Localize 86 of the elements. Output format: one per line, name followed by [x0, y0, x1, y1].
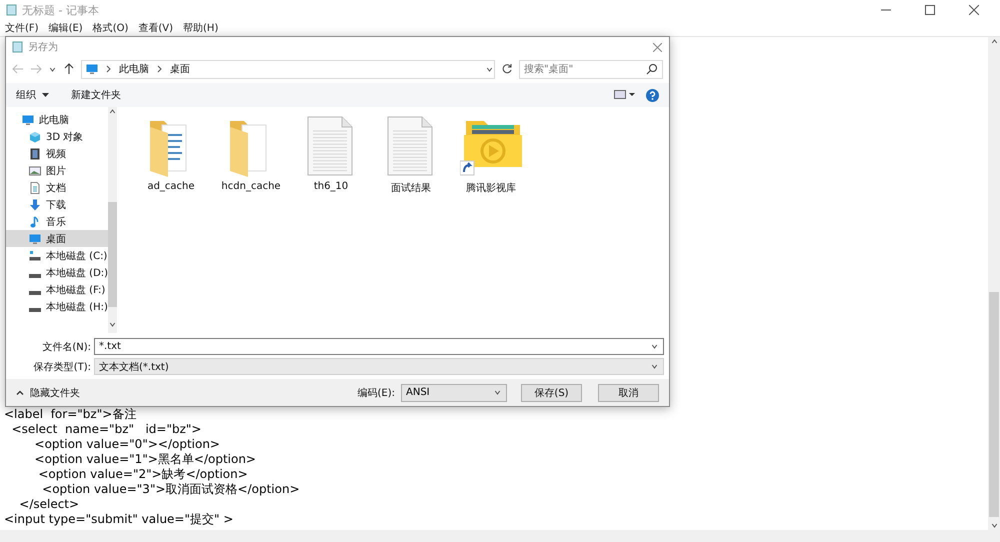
- monitor-icon: [29, 232, 41, 244]
- menu-item[interactable]: 格式(O): [92, 21, 128, 35]
- document-icon: [29, 182, 41, 194]
- sidebar-item[interactable]: 此电脑: [6, 111, 108, 128]
- file-item[interactable]: 面试结果: [380, 115, 442, 195]
- scroll-up-icon: [108, 107, 118, 116]
- code-line: <select name="bz" id="bz">: [10, 422, 202, 437]
- sidebar-item[interactable]: 本地磁盘 (C:): [6, 247, 108, 264]
- picture-icon: [29, 164, 41, 176]
- code-line: <label for="bz">备注: [4, 407, 138, 422]
- forward-arrow-icon[interactable]: [30, 63, 42, 75]
- field-label: 编码(E):: [358, 386, 395, 400]
- monitor-icon: [86, 63, 98, 75]
- drive-icon: [29, 308, 41, 312]
- caret-icon: [650, 342, 659, 351]
- code-line: <option value="2">缺考</option>: [37, 467, 249, 482]
- caret-icon: [42, 93, 49, 97]
- menu-item[interactable]: 文件(F): [5, 21, 39, 35]
- filename-field[interactable]: *.txt: [94, 338, 664, 355]
- sidebar-item[interactable]: 音乐: [6, 213, 108, 230]
- scroll-down-icon: [990, 521, 998, 530]
- sidebar-item[interactable]: 本地磁盘 (F:): [6, 281, 108, 298]
- organize-button[interactable]: 组织: [16, 88, 49, 102]
- menu-item[interactable]: 编辑(E): [48, 21, 83, 35]
- vertical-scrollbar[interactable]: [988, 37, 1000, 530]
- field-label: 文件名(N):: [41, 340, 92, 354]
- file-item[interactable]: th6_10: [300, 115, 362, 192]
- search-icon: [646, 63, 658, 75]
- cancel-button[interactable]: 取消: [598, 384, 659, 402]
- notepad-icon: [12, 41, 23, 53]
- encoding-dropdown[interactable]: ANSI: [401, 384, 507, 402]
- breadcrumb-item[interactable]: 桌面: [170, 62, 190, 76]
- dialog-title: 另存为: [28, 40, 58, 54]
- help-icon[interactable]: [646, 88, 659, 102]
- minimize-icon: [881, 9, 891, 11]
- field-label: 保存类型(T):: [32, 360, 92, 374]
- cube-icon: [29, 130, 41, 142]
- chevron-icon: [106, 65, 111, 73]
- window-title: 无标题 - 记事本: [22, 2, 99, 18]
- chevron-icon: [16, 390, 24, 395]
- code-line: <option value="0"></option>: [34, 437, 221, 452]
- caret-icon: [493, 388, 502, 397]
- code-line: <option value="1">黑名单</option>: [34, 452, 257, 467]
- menu-item[interactable]: 查看(V): [138, 21, 174, 35]
- file-item[interactable]: hcdn_cache: [220, 115, 282, 192]
- close-icon: [969, 5, 979, 15]
- sidebar-item[interactable]: 下载: [6, 196, 108, 213]
- close-icon: [652, 42, 662, 52]
- sidebar-item[interactable]: 文档: [6, 179, 108, 196]
- sidebar-item[interactable]: 3D 对象: [6, 128, 108, 145]
- drive-icon: [29, 250, 41, 262]
- music-note-icon: [29, 216, 41, 228]
- address-bar[interactable]: 此电脑 桌面: [81, 60, 495, 78]
- sidebar-item[interactable]: 本地磁盘 (D:): [6, 264, 108, 281]
- hide-folders-button[interactable]: 隐藏文件夹: [16, 386, 80, 400]
- code-line: <option value="3">取消面试资格</option>: [41, 482, 301, 497]
- sidebar-item[interactable]: 本地磁盘 (H:): [6, 298, 108, 315]
- scroll-down-icon: [108, 320, 118, 329]
- drive-icon: [29, 274, 41, 278]
- code-line: </select>: [18, 497, 80, 512]
- scroll-up-icon: [990, 37, 998, 46]
- sidebar-item[interactable]: 视频: [6, 145, 108, 162]
- sidebar-item[interactable]: 图片: [6, 162, 108, 179]
- view-icon[interactable]: [614, 90, 636, 100]
- down-arrow-icon: [29, 198, 41, 210]
- up-arrow-icon[interactable]: [63, 63, 75, 75]
- maximize-icon: [925, 5, 935, 15]
- file-item[interactable]: 腾讯影视库: [460, 115, 522, 195]
- drive-icon: [29, 290, 41, 294]
- save-button[interactable]: 保存(S): [521, 384, 582, 402]
- monitor-icon: [22, 114, 34, 126]
- chevron-icon: [157, 65, 162, 73]
- new-folder-button[interactable]: 新建文件夹: [71, 88, 121, 102]
- sidebar-scrollbar[interactable]: [108, 107, 118, 333]
- file-item[interactable]: ad_cache: [140, 115, 202, 192]
- search-field[interactable]: 搜索"桌面": [519, 60, 663, 78]
- back-arrow-icon[interactable]: [12, 63, 24, 75]
- notepad-icon: [6, 4, 17, 16]
- breadcrumb-item[interactable]: 此电脑: [119, 62, 149, 76]
- caret-icon: [650, 362, 659, 371]
- sidebar-item[interactable]: 桌面: [6, 230, 108, 247]
- film-icon: [29, 148, 41, 160]
- refresh-icon[interactable]: [501, 63, 513, 75]
- menu-item[interactable]: 帮助(H): [183, 21, 218, 35]
- file-type-dropdown[interactable]: 文本文档(*.txt): [94, 358, 664, 375]
- code-line: <input type="submit" value="提交" >: [4, 512, 234, 527]
